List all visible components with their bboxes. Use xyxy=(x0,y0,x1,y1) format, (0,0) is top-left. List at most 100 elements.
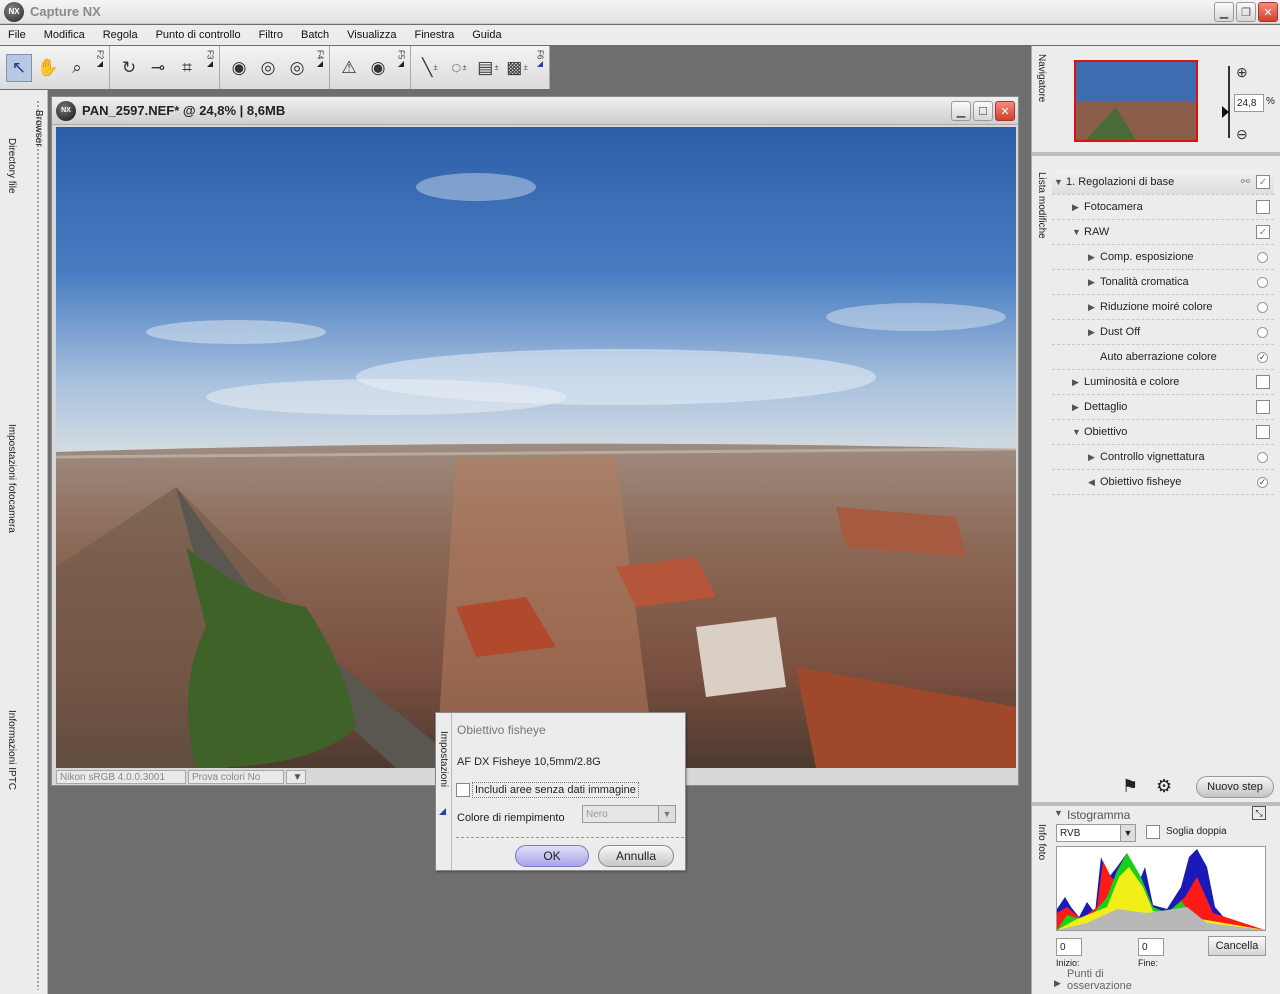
edit-list-row[interactable]: ▶ Comp. esposizione xyxy=(1052,245,1274,270)
eyedropper-icon[interactable]: ⤡ xyxy=(1252,806,1266,820)
menu-guida[interactable]: Guida xyxy=(472,29,501,41)
link-icon[interactable]: ⚯ xyxy=(1241,175,1250,188)
edit-list-row[interactable]: ▶ Controllo vignettatura xyxy=(1052,445,1274,470)
edit-list-row[interactable]: ◀ Obiettivo fisheye ✓ xyxy=(1052,470,1274,495)
edit-step-radio[interactable]: ✓ xyxy=(1257,477,1268,488)
channel-select[interactable]: RVB xyxy=(1056,824,1126,842)
directory-tab[interactable]: Directory file xyxy=(6,138,17,194)
channel-dropdown-arrow-icon[interactable]: ▼ xyxy=(1120,824,1136,842)
neutral-point-icon[interactable]: ◎ xyxy=(284,54,310,82)
red-eye-icon[interactable]: ⚠ xyxy=(336,54,362,82)
photo-info-tab[interactable]: Info foto xyxy=(1036,824,1047,860)
hand-icon[interactable]: ✋ xyxy=(35,54,61,82)
edit-step-checkbox[interactable]: ✓ xyxy=(1256,225,1270,239)
menu-visualizza[interactable]: Visualizza xyxy=(347,29,396,41)
white-point-icon[interactable]: ◎ xyxy=(255,54,281,82)
gear-icon[interactable]: ⚙ xyxy=(1156,776,1172,797)
edit-list-row[interactable]: ▶ Tonalità cromatica xyxy=(1052,270,1274,295)
doc-maximize-button[interactable]: ☐ xyxy=(973,101,993,121)
watch-points-label[interactable]: Punti di osservazione xyxy=(1067,968,1132,992)
edit-step-checkbox[interactable] xyxy=(1256,375,1270,389)
settings-tab[interactable]: Impostazioni xyxy=(438,731,449,787)
fill-color-dropdown-arrow-icon[interactable]: ▼ xyxy=(658,805,676,823)
edit-step-checkbox[interactable] xyxy=(1256,200,1270,214)
crop-icon[interactable]: ⌗ xyxy=(174,54,200,82)
gradient-icon[interactable]: ▤ ± xyxy=(475,54,501,82)
fill-color-select[interactable]: Nero xyxy=(582,805,660,823)
edit-list-row[interactable]: ▶ Dust Off xyxy=(1052,320,1274,345)
rotate-icon[interactable]: ↻ xyxy=(116,54,142,82)
include-areas-checkbox[interactable] xyxy=(456,783,470,797)
edit-step-checkbox[interactable]: ✓ xyxy=(1256,175,1270,189)
expand-right-icon[interactable]: ▶ xyxy=(1088,277,1100,288)
document-title-bar[interactable]: NX PAN_2597.NEF* @ 24,8% | 8,6MB ▁ ☐ ✕ xyxy=(52,97,1018,125)
edit-list-row[interactable]: Auto aberrazione colore ✓ xyxy=(1052,345,1274,370)
edit-step-radio[interactable] xyxy=(1257,252,1268,263)
lasso-icon[interactable]: ◌ ± xyxy=(446,54,472,82)
zoom-in-icon[interactable]: ⊕ xyxy=(1236,64,1248,81)
zoom-icon[interactable]: ⌕ xyxy=(64,54,90,82)
select-arrow-icon[interactable]: ↖ xyxy=(6,53,32,82)
menu-finestra[interactable]: Finestra xyxy=(414,29,454,41)
camera-settings-tab[interactable]: Impostazioni fotocamera xyxy=(6,424,17,533)
iptc-tab[interactable]: Informazioni IPTC xyxy=(6,710,17,790)
close-button[interactable]: ✕ xyxy=(1258,2,1278,22)
expand-right-icon[interactable]: ▶ xyxy=(1088,327,1100,338)
black-point-icon[interactable]: ◉ xyxy=(226,54,252,82)
end-value-field[interactable]: 0 xyxy=(1138,938,1164,956)
navigator-tab[interactable]: Navigatore xyxy=(1036,54,1047,102)
expand-down-icon[interactable]: ▼ xyxy=(1072,427,1084,437)
menu-modifica[interactable]: Modifica xyxy=(44,29,85,41)
ok-button[interactable]: OK xyxy=(515,845,589,867)
fill-icon[interactable]: ▩ ± xyxy=(504,54,530,82)
expand-right-icon[interactable]: ▶ xyxy=(1072,202,1084,213)
edit-step-checkbox[interactable] xyxy=(1256,400,1270,414)
eye-icon[interactable]: ◉ xyxy=(365,54,391,82)
minimize-button[interactable]: ▁ xyxy=(1214,2,1234,22)
histogram-chart[interactable] xyxy=(1056,846,1266,931)
histogram-collapse-icon[interactable]: ▼ xyxy=(1054,808,1063,818)
flag-icon[interactable]: ⚑ xyxy=(1122,776,1138,797)
edit-list-row[interactable]: ▶ Luminosità e colore xyxy=(1052,370,1274,395)
zoom-out-icon[interactable]: ⊖ xyxy=(1236,126,1248,143)
proof-colors-field[interactable]: Prova colori No xyxy=(188,770,284,784)
navigator-thumbnail[interactable] xyxy=(1074,60,1198,142)
panel-separator[interactable] xyxy=(1032,802,1280,806)
photo-canvas[interactable] xyxy=(56,127,1016,768)
panel-separator[interactable] xyxy=(1032,152,1280,156)
edit-step-radio[interactable] xyxy=(1257,277,1268,288)
menu-filtro[interactable]: Filtro xyxy=(259,29,283,41)
menu-regola[interactable]: Regola xyxy=(103,29,138,41)
menu-file[interactable]: File xyxy=(8,29,26,41)
doc-minimize-button[interactable]: ▁ xyxy=(951,101,971,121)
expand-right-icon[interactable]: ▶ xyxy=(1072,402,1084,413)
menu-punto-di-controllo[interactable]: Punto di controllo xyxy=(156,29,241,41)
expand-down-icon[interactable]: ▼ xyxy=(1072,227,1084,237)
double-threshold-checkbox[interactable] xyxy=(1146,825,1160,839)
include-areas-label[interactable]: Includi aree senza dati immagine xyxy=(472,782,639,798)
edit-list-tab[interactable]: Lista modifiche xyxy=(1036,172,1047,239)
edit-step-radio[interactable]: ✓ xyxy=(1257,352,1268,363)
edit-list-row[interactable]: ▶ Dettaglio xyxy=(1052,395,1274,420)
restore-button[interactable]: ❐ xyxy=(1236,2,1256,22)
zoom-slider-handle[interactable] xyxy=(1222,106,1229,118)
start-value-field[interactable]: 0 xyxy=(1056,938,1082,956)
expand-right-icon[interactable]: ▶ xyxy=(1088,252,1100,263)
cancel-histogram-button[interactable]: Cancella xyxy=(1208,936,1266,956)
straighten-icon[interactable]: ⊸ xyxy=(145,54,171,82)
expand-right-icon[interactable]: ◀ xyxy=(1088,477,1100,488)
watch-points-expand-icon[interactable]: ▶ xyxy=(1054,978,1061,989)
cancel-button[interactable]: Annulla xyxy=(598,845,674,867)
browser-tab[interactable]: Browser xyxy=(33,110,44,147)
doc-close-button[interactable]: ✕ xyxy=(995,101,1015,121)
expand-right-icon[interactable]: ▶ xyxy=(1072,377,1084,388)
new-step-button[interactable]: Nuovo step xyxy=(1196,776,1274,798)
left-dock-grip[interactable] xyxy=(36,100,40,990)
edit-step-checkbox[interactable] xyxy=(1256,425,1270,439)
expand-down-icon[interactable]: ▼ xyxy=(1054,177,1066,187)
edit-list-row[interactable]: ▼ 1. Regolazioni di base ✓ ⚯ xyxy=(1052,170,1274,195)
edit-step-radio[interactable] xyxy=(1257,302,1268,313)
edit-step-radio[interactable] xyxy=(1257,327,1268,338)
zoom-slider-track[interactable] xyxy=(1228,66,1230,138)
expand-right-icon[interactable]: ▶ xyxy=(1088,452,1100,463)
